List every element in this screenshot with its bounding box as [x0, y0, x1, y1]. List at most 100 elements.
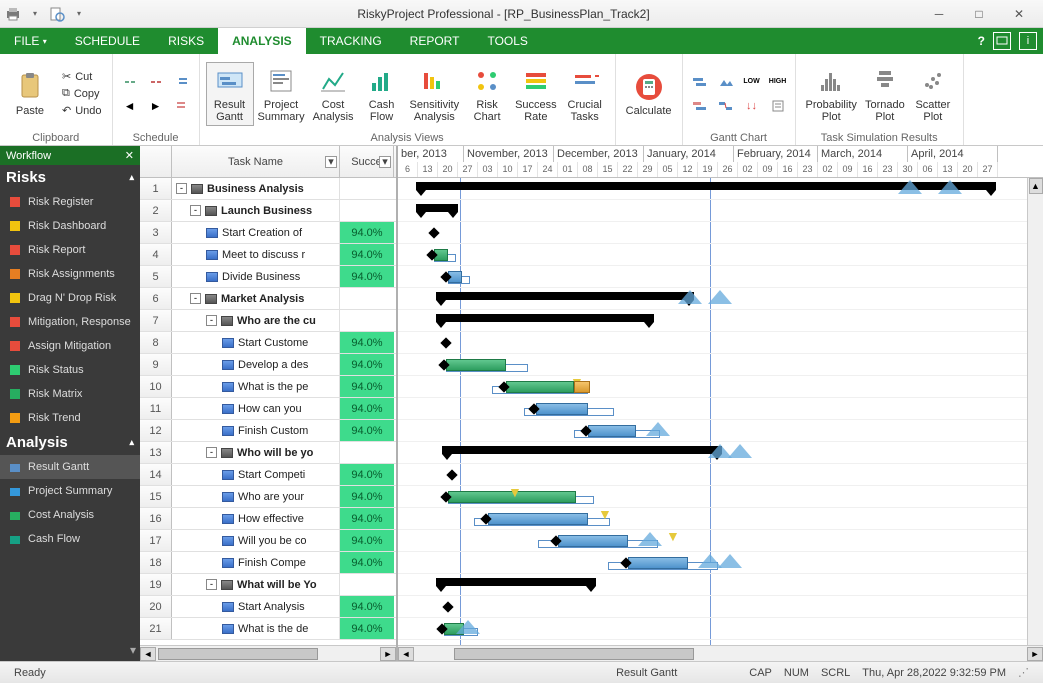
sensitivity-analysis-button[interactable]: SensitivityAnalysis [406, 63, 464, 125]
summary-bar[interactable] [442, 446, 722, 454]
table-row[interactable]: 17Will you be co94.0% [140, 530, 396, 552]
indent-icon[interactable] [171, 72, 193, 92]
sidebar-item-risk-assignments[interactable]: Risk Assignments [0, 262, 140, 286]
dropdown-icon[interactable]: ▾ [26, 5, 44, 23]
menu-report[interactable]: REPORT [396, 28, 474, 54]
summary-bar[interactable] [436, 292, 694, 300]
chevron-down-icon[interactable]: ▾ [379, 156, 391, 168]
tornado-plot-button[interactable]: TornadoPlot [861, 63, 909, 125]
maximize-button[interactable]: □ [959, 2, 999, 26]
table-row[interactable]: 8Start Custome94.0% [140, 332, 396, 354]
help-icon[interactable]: ? [978, 34, 985, 48]
gantt-bars-icon[interactable] [689, 72, 711, 92]
left-arrow-icon[interactable]: ◄ [119, 96, 141, 116]
table-row[interactable]: 19-What will be Yo [140, 574, 396, 596]
chevron-down-icon[interactable]: ▾ [130, 643, 136, 657]
grid-h-scroll[interactable]: ◄► [140, 645, 396, 661]
close-button[interactable]: ✕ [999, 2, 1039, 26]
dropdown-icon[interactable]: ▾ [70, 5, 88, 23]
table-row[interactable]: 5Divide Business94.0% [140, 266, 396, 288]
table-row[interactable]: 14Start Competi94.0% [140, 464, 396, 486]
table-row[interactable]: 7-Who are the cu [140, 310, 396, 332]
gantt-v-scroll[interactable]: ▲ [1027, 178, 1043, 645]
table-row[interactable]: 2-Launch Business [140, 200, 396, 222]
table-row[interactable]: 9Develop a des94.0% [140, 354, 396, 376]
table-row[interactable]: 16How effective94.0% [140, 508, 396, 530]
outdent-icon[interactable] [171, 96, 193, 116]
sidebar-item-risk-trend[interactable]: Risk Trend [0, 406, 140, 430]
link-icon[interactable] [119, 72, 141, 92]
settings-icon[interactable] [767, 96, 789, 116]
table-row[interactable]: 20Start Analysis94.0% [140, 596, 396, 618]
menu-risks[interactable]: RISKS [154, 28, 218, 54]
sidebar-item-risk-register[interactable]: Risk Register [0, 190, 140, 214]
sidebar-item-cost-analysis[interactable]: Cost Analysis [0, 503, 140, 527]
table-row[interactable]: 11How can you94.0% [140, 398, 396, 420]
task-bar[interactable] [628, 557, 688, 569]
info-icon[interactable]: i [1019, 32, 1037, 50]
menu-tracking[interactable]: TRACKING [306, 28, 396, 54]
calculate-button[interactable]: Calculate [622, 69, 676, 119]
minimize-button[interactable]: ─ [919, 2, 959, 26]
table-row[interactable]: 12Finish Custom94.0% [140, 420, 396, 442]
table-row[interactable]: 6-Market Analysis [140, 288, 396, 310]
task-bar[interactable] [536, 403, 588, 415]
milestone[interactable] [446, 469, 457, 480]
monitor-icon[interactable] [993, 32, 1011, 50]
table-row[interactable]: 10What is the pe94.0% [140, 376, 396, 398]
table-row[interactable]: 21What is the de94.0% [140, 618, 396, 640]
expand-toggle[interactable]: - [206, 579, 217, 590]
task-bar[interactable] [506, 381, 574, 393]
sidebar-section-risks[interactable]: Risks▴ [0, 165, 140, 190]
menu-tools[interactable]: TOOLS [473, 28, 541, 54]
table-row[interactable]: 4Meet to discuss r94.0% [140, 244, 396, 266]
col-task-name[interactable]: Task Name▾ [172, 146, 340, 177]
sidebar-item-risk-status[interactable]: Risk Status [0, 358, 140, 382]
gantt-link-icon[interactable] [715, 96, 737, 116]
expand-toggle[interactable]: - [190, 205, 201, 216]
unlink-icon[interactable] [145, 72, 167, 92]
sidebar-item-project-summary[interactable]: Project Summary [0, 479, 140, 503]
milestone[interactable] [442, 601, 453, 612]
summary-bar[interactable] [416, 204, 458, 212]
sidebar-item-risk-report[interactable]: Risk Report [0, 238, 140, 262]
probability-plot-button[interactable]: ProbabilityPlot [802, 63, 861, 125]
task-bar[interactable] [558, 535, 628, 547]
menu-analysis[interactable]: ANALYSIS [218, 28, 306, 54]
menu-file[interactable]: FILE ▾ [0, 28, 61, 54]
scatter-plot-button[interactable]: ScatterPlot [909, 63, 957, 125]
milestone[interactable] [428, 227, 439, 238]
crucial-tasks-button[interactable]: CrucialTasks [561, 63, 609, 125]
table-row[interactable]: 15Who are your94.0% [140, 486, 396, 508]
table-row[interactable]: 18Finish Compe94.0% [140, 552, 396, 574]
gantt-body[interactable]: ▼▼▼▼ [398, 178, 1043, 645]
summary-bar[interactable] [436, 578, 596, 586]
cost-analysis-button[interactable]: CostAnalysis [309, 63, 358, 125]
risk-chart-button[interactable]: RiskChart [463, 63, 511, 125]
project-summary-button[interactable]: ProjectSummary [254, 63, 309, 125]
col-success[interactable]: Succe▾ [340, 146, 394, 177]
gantt-h-scroll[interactable]: ◄► [398, 645, 1043, 661]
gantt-bars2-icon[interactable] [689, 96, 711, 116]
undo-button[interactable]: ↶Undo [58, 103, 106, 118]
table-row[interactable]: 3Start Creation of94.0% [140, 222, 396, 244]
result-gantt-button[interactable]: ResultGantt [206, 62, 254, 126]
resize-grip-icon[interactable]: ⋰ [1012, 666, 1035, 679]
success-rate-button[interactable]: SuccessRate [511, 63, 561, 125]
summary-bar[interactable] [436, 314, 654, 322]
sidebar-section-analysis[interactable]: Analysis▴ [0, 430, 140, 455]
expand-toggle[interactable]: - [206, 447, 217, 458]
expand-toggle[interactable]: - [206, 315, 217, 326]
menu-schedule[interactable]: SCHEDULE [61, 28, 154, 54]
sidebar-item-drag-n-drop-risk[interactable]: Drag N' Drop Risk [0, 286, 140, 310]
expand-toggle[interactable]: - [176, 183, 187, 194]
print-preview-icon[interactable] [48, 5, 66, 23]
table-row[interactable]: 13-Who will be yo [140, 442, 396, 464]
sidebar-item-cash-flow[interactable]: Cash Flow [0, 527, 140, 551]
copy-button[interactable]: ⧉Copy [58, 86, 106, 101]
paste-button[interactable]: Paste [6, 69, 54, 119]
sidebar-item-result-gantt[interactable]: Result Gantt [0, 455, 140, 479]
sidebar-item-assign-mitigation[interactable]: Assign Mitigation [0, 334, 140, 358]
right-arrow-icon[interactable]: ► [145, 96, 167, 116]
milestone[interactable] [440, 337, 451, 348]
